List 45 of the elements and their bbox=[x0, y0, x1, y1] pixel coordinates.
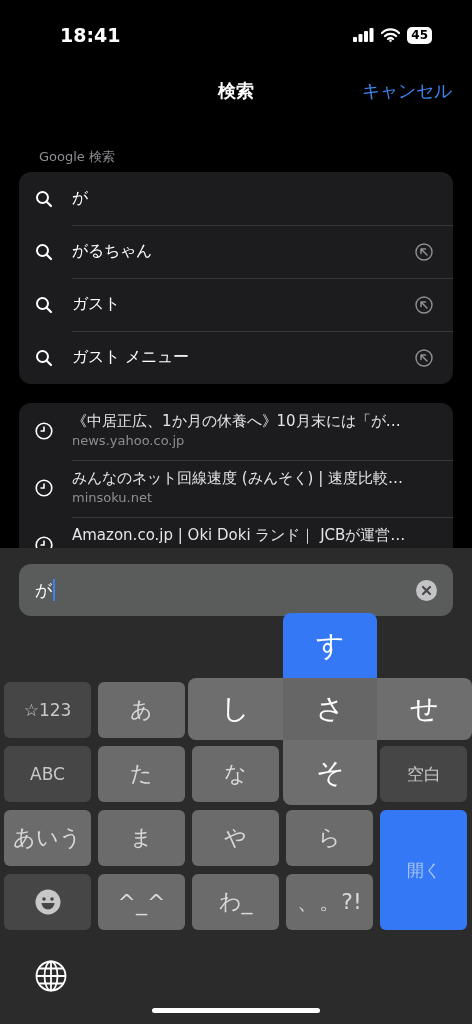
keyboard-key[interactable]: や bbox=[192, 810, 279, 866]
keyboard-key[interactable]: ら bbox=[286, 810, 373, 866]
clear-icon[interactable] bbox=[416, 579, 437, 601]
keyboard-key[interactable]: な bbox=[192, 746, 279, 802]
keyboard-key[interactable]: あいう bbox=[4, 810, 91, 866]
emoji-key[interactable] bbox=[4, 874, 91, 930]
flick-key[interactable]: せ bbox=[377, 678, 472, 740]
history-url: news.yahoo.co.jp bbox=[72, 433, 186, 448]
keyboard-key[interactable]: 、。?! bbox=[286, 874, 373, 930]
keyboard-key[interactable]: 空白 bbox=[380, 746, 467, 802]
clock-icon bbox=[35, 479, 53, 497]
search-icon bbox=[35, 242, 53, 261]
section-label: Google 検索 bbox=[38, 148, 116, 166]
search-icon bbox=[35, 189, 53, 208]
wifi-icon bbox=[381, 28, 401, 42]
flick-key[interactable]: そ bbox=[283, 740, 377, 805]
search-field[interactable]: が bbox=[19, 564, 453, 616]
keyboard-key[interactable]: ABC bbox=[4, 746, 91, 802]
history-url: minsoku.net bbox=[72, 490, 154, 505]
keyboard-key[interactable]: ま bbox=[98, 810, 185, 866]
status-time: 18:41 bbox=[60, 24, 121, 46]
keyboard-key[interactable]: あ bbox=[98, 682, 185, 738]
clock-icon bbox=[35, 422, 53, 440]
search-icon bbox=[35, 348, 53, 367]
keyboard-key[interactable]: わ_ bbox=[192, 874, 279, 930]
keyboard-key[interactable]: た bbox=[98, 746, 185, 802]
suggestion-text[interactable]: がるちゃん bbox=[72, 241, 152, 262]
history-title[interactable]: Amazon.co.jp | Oki Doki ランド｜ JCBが運営… bbox=[72, 526, 406, 545]
history-title[interactable]: 《中居正広、1か月の休養へ》10月末には「が… bbox=[72, 412, 401, 431]
search-icon bbox=[35, 295, 53, 314]
globe-icon[interactable] bbox=[35, 960, 67, 992]
suggestion-text[interactable]: ガスト メニュー bbox=[72, 347, 190, 368]
keyboard-key[interactable]: ^_^ bbox=[98, 874, 185, 930]
suggestion-text[interactable]: ガスト bbox=[72, 294, 120, 315]
keyboard-key[interactable]: ☆123 bbox=[4, 682, 91, 738]
cancel-button[interactable]: キャンセル bbox=[362, 79, 452, 103]
flick-key[interactable]: す bbox=[283, 613, 377, 678]
suggestion-text[interactable]: が bbox=[72, 188, 88, 209]
signal-icon bbox=[353, 28, 375, 42]
flick-key[interactable]: し bbox=[188, 678, 283, 740]
battery-level: 45 bbox=[407, 26, 432, 44]
page-title: 検索 bbox=[218, 79, 254, 103]
smiley-icon bbox=[34, 889, 61, 915]
history-title[interactable]: みんなのネット回線速度 (みんそく) | 速度比較… bbox=[72, 469, 404, 488]
flick-key[interactable]: さ bbox=[283, 678, 377, 740]
